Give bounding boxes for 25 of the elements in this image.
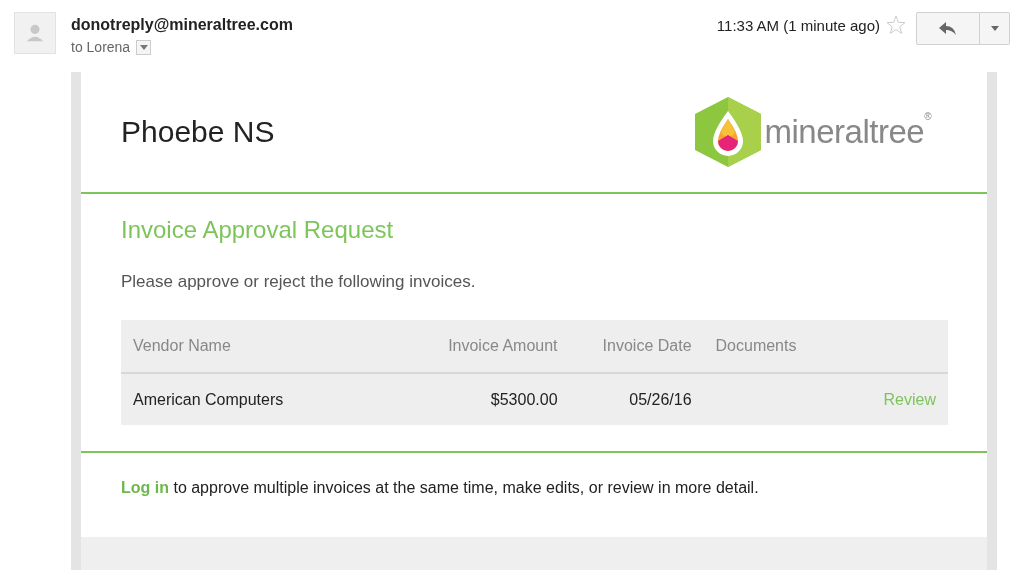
logo-icon [694,97,761,167]
caret-icon [990,26,999,31]
review-link[interactable]: Review [883,390,936,408]
column-header: Invoice Date [569,320,704,373]
reply-icon [939,21,957,36]
column-header: Documents [703,320,828,373]
avatar-icon [14,12,56,54]
column-header: Vendor Name [121,320,396,373]
recipient-label: to Lorena [71,39,131,55]
logo-wordmark: mineraltree$^{®}$ [764,113,931,151]
table-cell: 05/26/16 [569,373,704,425]
table-cell: $5300.00 [395,373,570,425]
table-cell: American Computers [121,373,396,425]
reply-button[interactable] [916,12,980,45]
details-dropdown[interactable] [136,39,152,55]
sender-address: donotreply@mineraltree.com [71,16,294,34]
column-header: Invoice Amount [395,320,570,373]
email-title: Invoice Approval Request [121,216,395,244]
star-icon[interactable] [886,15,906,35]
login-link[interactable]: Log in [121,479,169,496]
intro-text: Please approve or reject the following invoices. [121,272,477,292]
timestamp: 11:33 AM (1 minute ago) [716,17,880,34]
footer-text: Log in to approve multiple invoices at the same time, make edits, or review in more detail. [121,479,760,497]
caret-icon [139,44,148,50]
company-name: Phoebe NS [121,115,275,149]
